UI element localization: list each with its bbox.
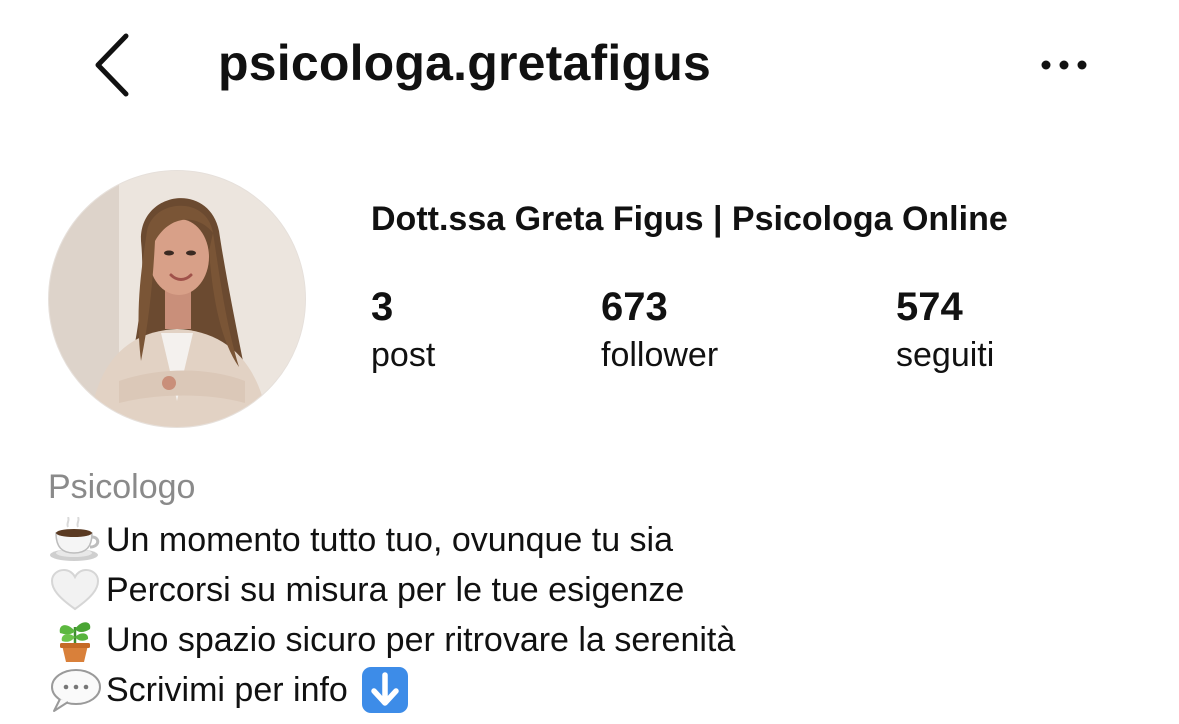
stat-posts[interactable]: 3 post bbox=[371, 284, 435, 380]
profile-category: Psicologo bbox=[48, 468, 196, 506]
chevron-left-icon bbox=[95, 33, 129, 97]
down-arrow-icon bbox=[360, 665, 410, 715]
more-horizontal-icon bbox=[1041, 60, 1087, 70]
hot-beverage-icon bbox=[48, 517, 102, 563]
followers-label: follower bbox=[601, 336, 719, 374]
stat-following[interactable]: 574 seguiti bbox=[896, 284, 994, 380]
bio-line: Scrivimi per info bbox=[48, 666, 410, 714]
white-heart-icon bbox=[48, 567, 102, 613]
profile-username: psicologa.gretafigus bbox=[218, 35, 711, 91]
stat-followers[interactable]: 673 follower bbox=[601, 284, 718, 380]
bio-line-text: Scrivimi per info bbox=[106, 670, 348, 709]
back-button[interactable] bbox=[88, 30, 140, 100]
profile-photo bbox=[49, 171, 305, 427]
profile-full-name: Dott.ssa Greta Figus | Psicologa Online bbox=[371, 200, 1008, 238]
bio-line-text: Un momento tutto tuo, ovunque tu sia bbox=[106, 520, 674, 559]
bio-line: Un momento tutto tuo, ovunque tu sia bbox=[48, 516, 673, 564]
following-label: seguiti bbox=[896, 336, 995, 374]
potted-plant-icon bbox=[48, 617, 102, 663]
bio-line: Uno spazio sicuro per ritrovare la seren… bbox=[48, 616, 735, 664]
speech-balloon-icon bbox=[48, 667, 102, 713]
profile-header: psicologa.gretafigus bbox=[0, 0, 1179, 130]
posts-count: 3 bbox=[371, 285, 394, 329]
posts-label: post bbox=[371, 336, 436, 374]
bio-line: Percorsi su misura per le tue esigenze bbox=[48, 566, 684, 614]
followers-count: 673 bbox=[601, 285, 668, 329]
bio-line-text: Percorsi su misura per le tue esigenze bbox=[106, 570, 685, 609]
more-options-button[interactable] bbox=[1036, 50, 1096, 80]
bio-line-text: Uno spazio sicuro per ritrovare la seren… bbox=[106, 620, 736, 659]
following-count: 574 bbox=[896, 285, 963, 329]
avatar[interactable] bbox=[48, 170, 306, 428]
